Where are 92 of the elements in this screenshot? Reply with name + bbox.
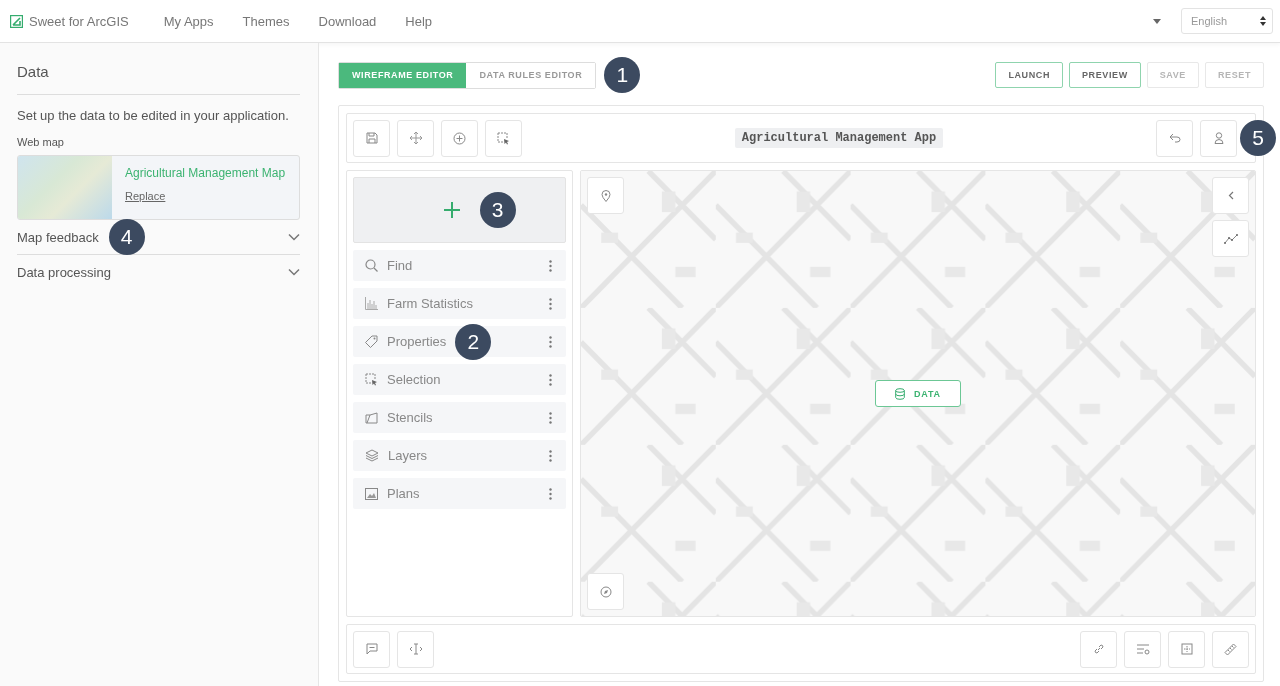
move-icon <box>408 131 423 145</box>
line-chart-icon <box>1223 233 1238 244</box>
widget-label: Properties <box>387 334 447 349</box>
text-cursor-button[interactable] <box>397 630 434 668</box>
widget-label: Stencils <box>387 410 433 425</box>
fullscreen-button[interactable] <box>1168 630 1205 668</box>
widget-item[interactable]: Plans <box>353 478 566 509</box>
location-button[interactable] <box>587 177 624 214</box>
widget-item[interactable]: Stencils <box>353 402 566 433</box>
compass-button[interactable] <box>587 573 624 610</box>
select-tool-button[interactable] <box>485 119 522 157</box>
more-options-icon[interactable] <box>549 335 552 348</box>
web-map-name[interactable]: Agricultural Management Map <box>125 166 286 180</box>
more-options-icon[interactable] <box>549 259 552 272</box>
selection-icon <box>497 131 510 145</box>
comment-button[interactable] <box>353 630 390 668</box>
more-options-icon[interactable] <box>549 297 552 310</box>
panel-description: Set up the data to be edited in your application. <box>17 108 290 123</box>
chevron-left-icon <box>1227 191 1234 200</box>
layers-icon <box>365 449 379 462</box>
more-options-icon[interactable] <box>549 373 552 386</box>
frame-icon <box>1180 643 1193 655</box>
callout-badge: 5 <box>1240 120 1276 156</box>
widget-item[interactable]: Find <box>353 250 566 281</box>
text-cursor-icon <box>408 643 423 655</box>
widget-item[interactable]: Layers <box>353 440 566 471</box>
stencil-icon <box>365 411 378 424</box>
action-button[interactable]: LAUNCH <box>995 62 1063 88</box>
chevron-icon <box>288 268 300 276</box>
image-icon <box>365 487 378 500</box>
user-icon <box>1213 132 1224 144</box>
accordion-header[interactable]: Map feedback 4 <box>17 220 300 254</box>
panel-title: Data <box>17 63 300 95</box>
language-select[interactable]: English <box>1181 8 1273 34</box>
plus-circle-icon <box>453 131 466 145</box>
widget-label: Plans <box>387 486 420 501</box>
section-label: Data processing <box>17 264 111 280</box>
action-button[interactable]: PREVIEW <box>1069 62 1141 88</box>
message-icon <box>365 643 378 655</box>
user-button[interactable] <box>1200 119 1237 157</box>
field-label: Web map <box>17 136 65 148</box>
list-settings-button[interactable] <box>1124 630 1161 668</box>
widget-item[interactable]: Properties 2 <box>353 326 566 357</box>
more-options-icon[interactable] <box>549 411 552 424</box>
widget-label: Layers <box>388 448 428 463</box>
widget-label: Find <box>387 258 413 273</box>
nav-link[interactable]: Help <box>405 13 433 29</box>
measure-button[interactable] <box>1212 630 1249 668</box>
section-label: Map feedback <box>17 229 99 245</box>
tag-icon <box>365 335 378 348</box>
callout-badge: 3 <box>479 192 516 228</box>
line-chart-button[interactable] <box>1212 220 1249 257</box>
link-icon <box>1092 643 1105 655</box>
widget-item[interactable]: Selection <box>353 364 566 395</box>
selection-icon <box>365 373 378 386</box>
logo-icon <box>10 14 23 28</box>
move-tool-button[interactable] <box>397 119 434 157</box>
replace-link[interactable]: Replace <box>125 190 286 202</box>
more-options-icon[interactable] <box>549 449 552 462</box>
brand-name[interactable]: Sweet for ArcGIS <box>29 13 129 29</box>
widget-item[interactable]: Farm Statistics <box>353 288 566 319</box>
compass-icon <box>599 585 612 598</box>
database-icon <box>895 387 906 400</box>
search-icon <box>365 259 378 272</box>
caret-icon[interactable] <box>1153 18 1161 24</box>
more-options-icon[interactable] <box>549 487 552 500</box>
callout-badge: 1 <box>604 57 641 93</box>
link-button[interactable] <box>1080 630 1117 668</box>
accordion-header[interactable]: Data processing <box>17 254 300 289</box>
chevron-icon <box>288 233 300 241</box>
callout-badge: 2 <box>455 323 492 360</box>
add-widget-button[interactable]: 3 <box>353 177 566 243</box>
add-tool-button[interactable] <box>441 119 478 157</box>
collapse-button[interactable] <box>1212 177 1249 214</box>
up-down-arrows-icon <box>1260 16 1266 26</box>
undo-button[interactable] <box>1156 119 1193 157</box>
callout-badge: 4 <box>108 219 145 255</box>
nav-link[interactable]: Themes <box>242 13 290 29</box>
bar-chart-icon <box>365 297 378 310</box>
widget-label: Farm Statistics <box>387 296 473 311</box>
save-tool-button[interactable] <box>353 119 390 157</box>
data-button[interactable]: DATA <box>875 380 961 407</box>
list-settings-icon <box>1135 643 1150 655</box>
nav-link[interactable]: Download <box>318 13 377 29</box>
app-title[interactable]: Agricultural Management App <box>734 128 944 148</box>
ruler-icon <box>1224 642 1237 656</box>
plus-icon <box>443 202 460 218</box>
editor-tab[interactable]: WIREFRAME EDITOR <box>339 62 467 88</box>
nav-link[interactable]: My Apps <box>163 13 214 29</box>
undo-icon <box>1168 133 1181 143</box>
map-pin-icon <box>600 189 611 202</box>
widget-label: Selection <box>387 372 441 387</box>
